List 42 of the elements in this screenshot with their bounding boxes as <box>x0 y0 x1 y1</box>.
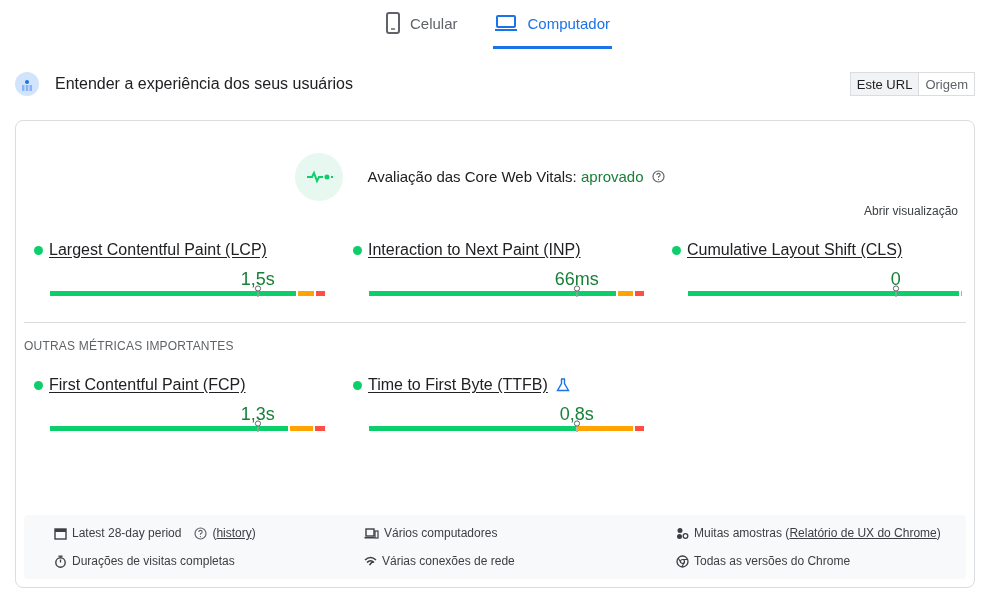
info-text: Latest 28-day period <box>72 526 182 540</box>
timer-icon <box>54 554 67 568</box>
metric-link[interactable]: Largest Contentful Paint (LCP) <box>49 241 267 259</box>
info-text: (history) <box>212 526 256 540</box>
metric-value: 1,3s <box>240 404 275 425</box>
chrome-icon <box>676 554 689 568</box>
section-title: Entender a experiência dos seus usuários <box>55 75 354 93</box>
laptop-icon <box>495 15 518 31</box>
users-icon <box>15 72 39 96</box>
metric-link[interactable]: Time to First Byte (TTFB) <box>368 376 548 394</box>
info-link[interactable]: Relatório de UX do Chrome <box>789 526 937 540</box>
section-heading: OUTRAS MÉTRICAS IMPORTANTES <box>24 337 235 353</box>
assessment-text: Avaliação das Core Web Vitals: aprovado <box>367 168 644 185</box>
metric-value: 1,5s <box>240 269 275 290</box>
scope-toggle-button[interactable]: Origem <box>918 72 975 96</box>
wifi-icon <box>364 554 377 568</box>
metric-link[interactable]: First Contentful Paint (FCP) <box>49 376 246 394</box>
history-link[interactable]: history <box>216 526 252 540</box>
metric-value: 66ms <box>554 269 599 290</box>
flask-icon <box>555 378 570 392</box>
pulse-icon <box>295 153 344 201</box>
expand-view-link[interactable]: Abrir visualização <box>863 204 958 218</box>
metric-link[interactable]: Cumulative Layout Shift (CLS) <box>687 241 903 259</box>
info-text: Muitas amostras (Relatório de UX do Chrome) <box>694 526 941 540</box>
metric-link[interactable]: Interaction to Next Paint (INP) <box>368 241 581 259</box>
help-icon[interactable] <box>194 526 208 540</box>
phone-icon <box>385 12 400 34</box>
percentile-marker <box>572 285 581 297</box>
metric-value: 0,8s <box>559 404 594 425</box>
scope-toggle-button[interactable]: Este URL <box>849 72 920 96</box>
info-text: Várias conexões de rede <box>382 554 515 568</box>
info-text: Todas as versões do Chrome <box>694 554 851 568</box>
info-text: Durações de visitas completas <box>72 554 235 568</box>
dots-icon <box>676 526 689 540</box>
percentile-marker <box>891 285 900 297</box>
metric-value: 0 <box>890 269 901 290</box>
device-tab[interactable]: Computador <box>493 0 613 49</box>
devices-icon <box>364 526 379 540</box>
device-tab[interactable]: Celular <box>383 0 460 49</box>
info-text: Vários computadores <box>384 526 498 540</box>
help-icon[interactable] <box>651 170 665 183</box>
calendar-icon <box>54 526 67 540</box>
